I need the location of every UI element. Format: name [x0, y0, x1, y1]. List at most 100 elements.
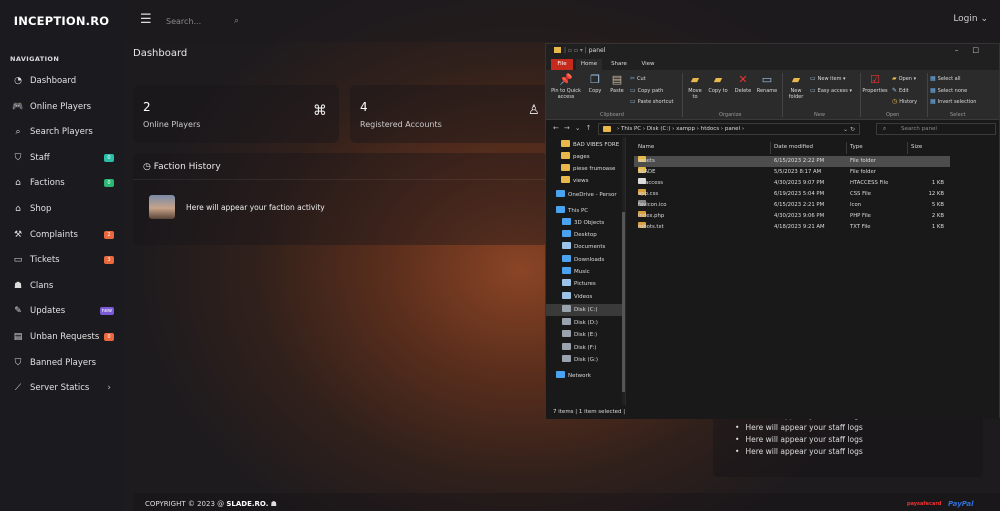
- tab-view[interactable]: View: [638, 59, 658, 70]
- column-divider[interactable]: [846, 142, 847, 154]
- desk-icon: [562, 230, 571, 237]
- paste-button[interactable]: ▤ Paste: [607, 73, 627, 94]
- nav-pane-label: piese frumoase: [573, 166, 616, 172]
- column-divider[interactable]: [907, 142, 908, 154]
- properties-button[interactable]: ☑ Properties: [862, 73, 888, 94]
- new-item-button[interactable]: ▭ New item ▾: [810, 75, 846, 82]
- copy-path-button[interactable]: ▭ Copy path: [630, 87, 663, 94]
- column-date-modified[interactable]: Date modified: [774, 144, 813, 150]
- sidebar-item-updates[interactable]: ✎ Updates new: [0, 300, 123, 322]
- address-bar[interactable]: › This PC › Disk (C:) › xampp › htdocs ›…: [598, 123, 860, 135]
- sidebar-item-complaints[interactable]: ⚒ Complaints 2: [0, 224, 123, 246]
- file-row[interactable]: app.css 6/19/2023 5:04 PM CSS File 12 KB: [634, 189, 950, 200]
- nav-pane-item[interactable]: Disk (D:): [546, 317, 622, 329]
- cut-button[interactable]: ✂ Cut: [630, 75, 646, 82]
- nav-pane-item[interactable]: Disk (F:): [546, 342, 622, 354]
- copyright-site-link[interactable]: SLADE.RO.: [226, 500, 268, 508]
- nav-pane-item[interactable]: Disk (G:): [546, 354, 622, 366]
- chevron-right-icon[interactable]: ›: [107, 383, 111, 393]
- nav-pane-item[interactable]: Network: [546, 370, 622, 382]
- search-input[interactable]: [166, 16, 228, 26]
- explorer-titlebar[interactable]: | ▫ ▫ ▾ | panel –□: [546, 44, 999, 59]
- search-icon[interactable]: ⌕: [234, 16, 239, 26]
- new-folder-button[interactable]: ▰ New folder: [785, 73, 807, 100]
- sidebar-item-dashboard[interactable]: ◔ Dashboard: [0, 70, 123, 92]
- column-divider[interactable]: [770, 142, 771, 154]
- invert-selection-button[interactable]: ▦ Invert selection: [930, 98, 976, 105]
- scissors-icon: ✂: [630, 75, 636, 82]
- nav-pane-item[interactable]: Documents: [546, 241, 622, 253]
- edit-button[interactable]: ✎ Edit: [892, 87, 909, 94]
- file-row[interactable]: .htaccess 4/30/2023 9:07 PM HTACCESS File 1…: [634, 178, 950, 189]
- breadcrumb-panel[interactable]: panel: [725, 126, 740, 132]
- breadcrumb-xampp[interactable]: xampp: [676, 126, 695, 132]
- sidebar-item-unban-requests[interactable]: ▤ Unban Requests 0: [0, 326, 123, 348]
- nav-scrollbar-thumb[interactable]: [622, 212, 625, 392]
- move-to-button[interactable]: ▰ Move to: [685, 73, 705, 100]
- nav-pane-item[interactable]: pages: [546, 151, 622, 163]
- nav-pane-item[interactable]: OneDrive - Persor: [546, 189, 622, 201]
- up-arrow-icon[interactable]: ↑: [586, 124, 597, 132]
- sidebar-item-shop[interactable]: ⌂ Shop: [0, 198, 123, 220]
- sidebar-item-online-players[interactable]: 🎮 Online Players: [0, 96, 123, 118]
- file-row[interactable]: favicon.ico 6/15/2023 2:21 PM Icon 5 KB: [634, 200, 950, 211]
- file-row[interactable]: robots.txt 4/18/2023 9:21 AM TXT File 1 KB: [634, 222, 950, 233]
- pin-quick-access-button[interactable]: 📌 Pin to Quick access: [549, 73, 583, 100]
- open-button[interactable]: ▰ Open ▾: [892, 75, 916, 82]
- refresh-icon[interactable]: ⌄ ↻: [843, 124, 855, 135]
- file-row[interactable]: assets 6/15/2023 2:22 PM File folder: [634, 156, 950, 167]
- explorer-search-box[interactable]: ⌕ Search panel: [876, 123, 996, 135]
- nav-pane-item[interactable]: Desktop: [546, 229, 622, 241]
- file-row[interactable]: index.php 4/30/2023 9:06 PM PHP File 2 KB: [634, 211, 950, 222]
- file-row[interactable]: SLADE 5/5/2023 8:17 AM File folder: [634, 167, 950, 178]
- minimize-button[interactable]: –: [955, 46, 973, 54]
- sidebar-item-search-players[interactable]: ⌕ Search Players: [0, 121, 123, 143]
- hamburger-menu-icon[interactable]: ☰: [140, 13, 152, 26]
- forward-arrow-icon[interactable]: →: [564, 124, 575, 132]
- nav-pane-item[interactable]: 3D Objects: [546, 217, 622, 229]
- maximize-button[interactable]: □: [972, 46, 993, 54]
- copy-to-button[interactable]: ▰ Copy to: [708, 73, 728, 94]
- back-arrow-icon[interactable]: ←: [553, 124, 564, 132]
- sidebar-item-tickets[interactable]: ▭ Tickets 3: [0, 249, 123, 271]
- window-controls: –□: [955, 46, 993, 54]
- breadcrumb-disk-c[interactable]: Disk (C:): [647, 126, 671, 132]
- sidebar-item-factions[interactable]: ⌂ Factions 0: [0, 172, 123, 194]
- easy-access-button[interactable]: ▭ Easy access ▾: [810, 87, 852, 94]
- nav-pane-item[interactable]: Downloads: [546, 254, 622, 266]
- sidebar-item-clans[interactable]: ☗ Clans: [0, 275, 123, 297]
- nav-pane-item[interactable]: Disk (C:): [546, 304, 622, 316]
- tab-file[interactable]: File: [551, 59, 573, 70]
- column-type[interactable]: Type: [850, 144, 863, 150]
- nav-pane-item[interactable]: This PC: [546, 205, 622, 217]
- delete-button[interactable]: ✕ Delete: [732, 73, 754, 94]
- select-none-button[interactable]: ▦ Select none: [930, 87, 967, 94]
- breadcrumb-this-pc[interactable]: This PC: [621, 126, 641, 132]
- nav-pane-item[interactable]: BAD VIBES FORE: [546, 139, 622, 151]
- tab-home[interactable]: Home: [576, 59, 602, 70]
- paste-shortcut-button[interactable]: ▭ Paste shortcut: [630, 98, 674, 105]
- rename-button[interactable]: ▭ Rename: [755, 73, 779, 94]
- nav-pane-item[interactable]: piese frumoase: [546, 163, 622, 175]
- tab-share[interactable]: Share: [608, 59, 630, 70]
- nav-pane-item[interactable]: views: [546, 175, 622, 187]
- sidebar-item-label: Staff: [30, 152, 50, 163]
- nav-pane-item[interactable]: Music: [546, 266, 622, 278]
- copy-button[interactable]: ❐ Copy: [586, 73, 604, 94]
- quick-access-toolbar[interactable]: | ▫ ▫ ▾ |: [564, 47, 589, 54]
- sidebar-item-banned-players[interactable]: ⛉ Banned Players: [0, 352, 123, 374]
- sidebar-item-server-statics[interactable]: ⟋ Server Statics ›: [0, 377, 123, 399]
- sidebar-item-staff[interactable]: ⛉ Staff 0: [0, 147, 123, 169]
- history-button[interactable]: ◷ History: [892, 98, 917, 105]
- brand-logo[interactable]: INCEPTION.RO: [0, 0, 123, 42]
- recent-chevron-icon[interactable]: ⌄: [575, 124, 586, 132]
- copyright-text: COPYRIGHT © 2023 @ SLADE.RO. ☗: [145, 500, 277, 508]
- select-all-button[interactable]: ▦ Select all: [930, 75, 961, 82]
- breadcrumb-htdocs[interactable]: htdocs: [701, 126, 719, 132]
- column-size[interactable]: Size: [911, 144, 922, 150]
- login-button[interactable]: Login ⌄: [953, 14, 988, 24]
- nav-pane-item[interactable]: Pictures: [546, 278, 622, 290]
- nav-pane-item[interactable]: Disk (E:): [546, 329, 622, 341]
- column-name[interactable]: Name: [638, 144, 654, 150]
- nav-pane-item[interactable]: Videos: [546, 291, 622, 303]
